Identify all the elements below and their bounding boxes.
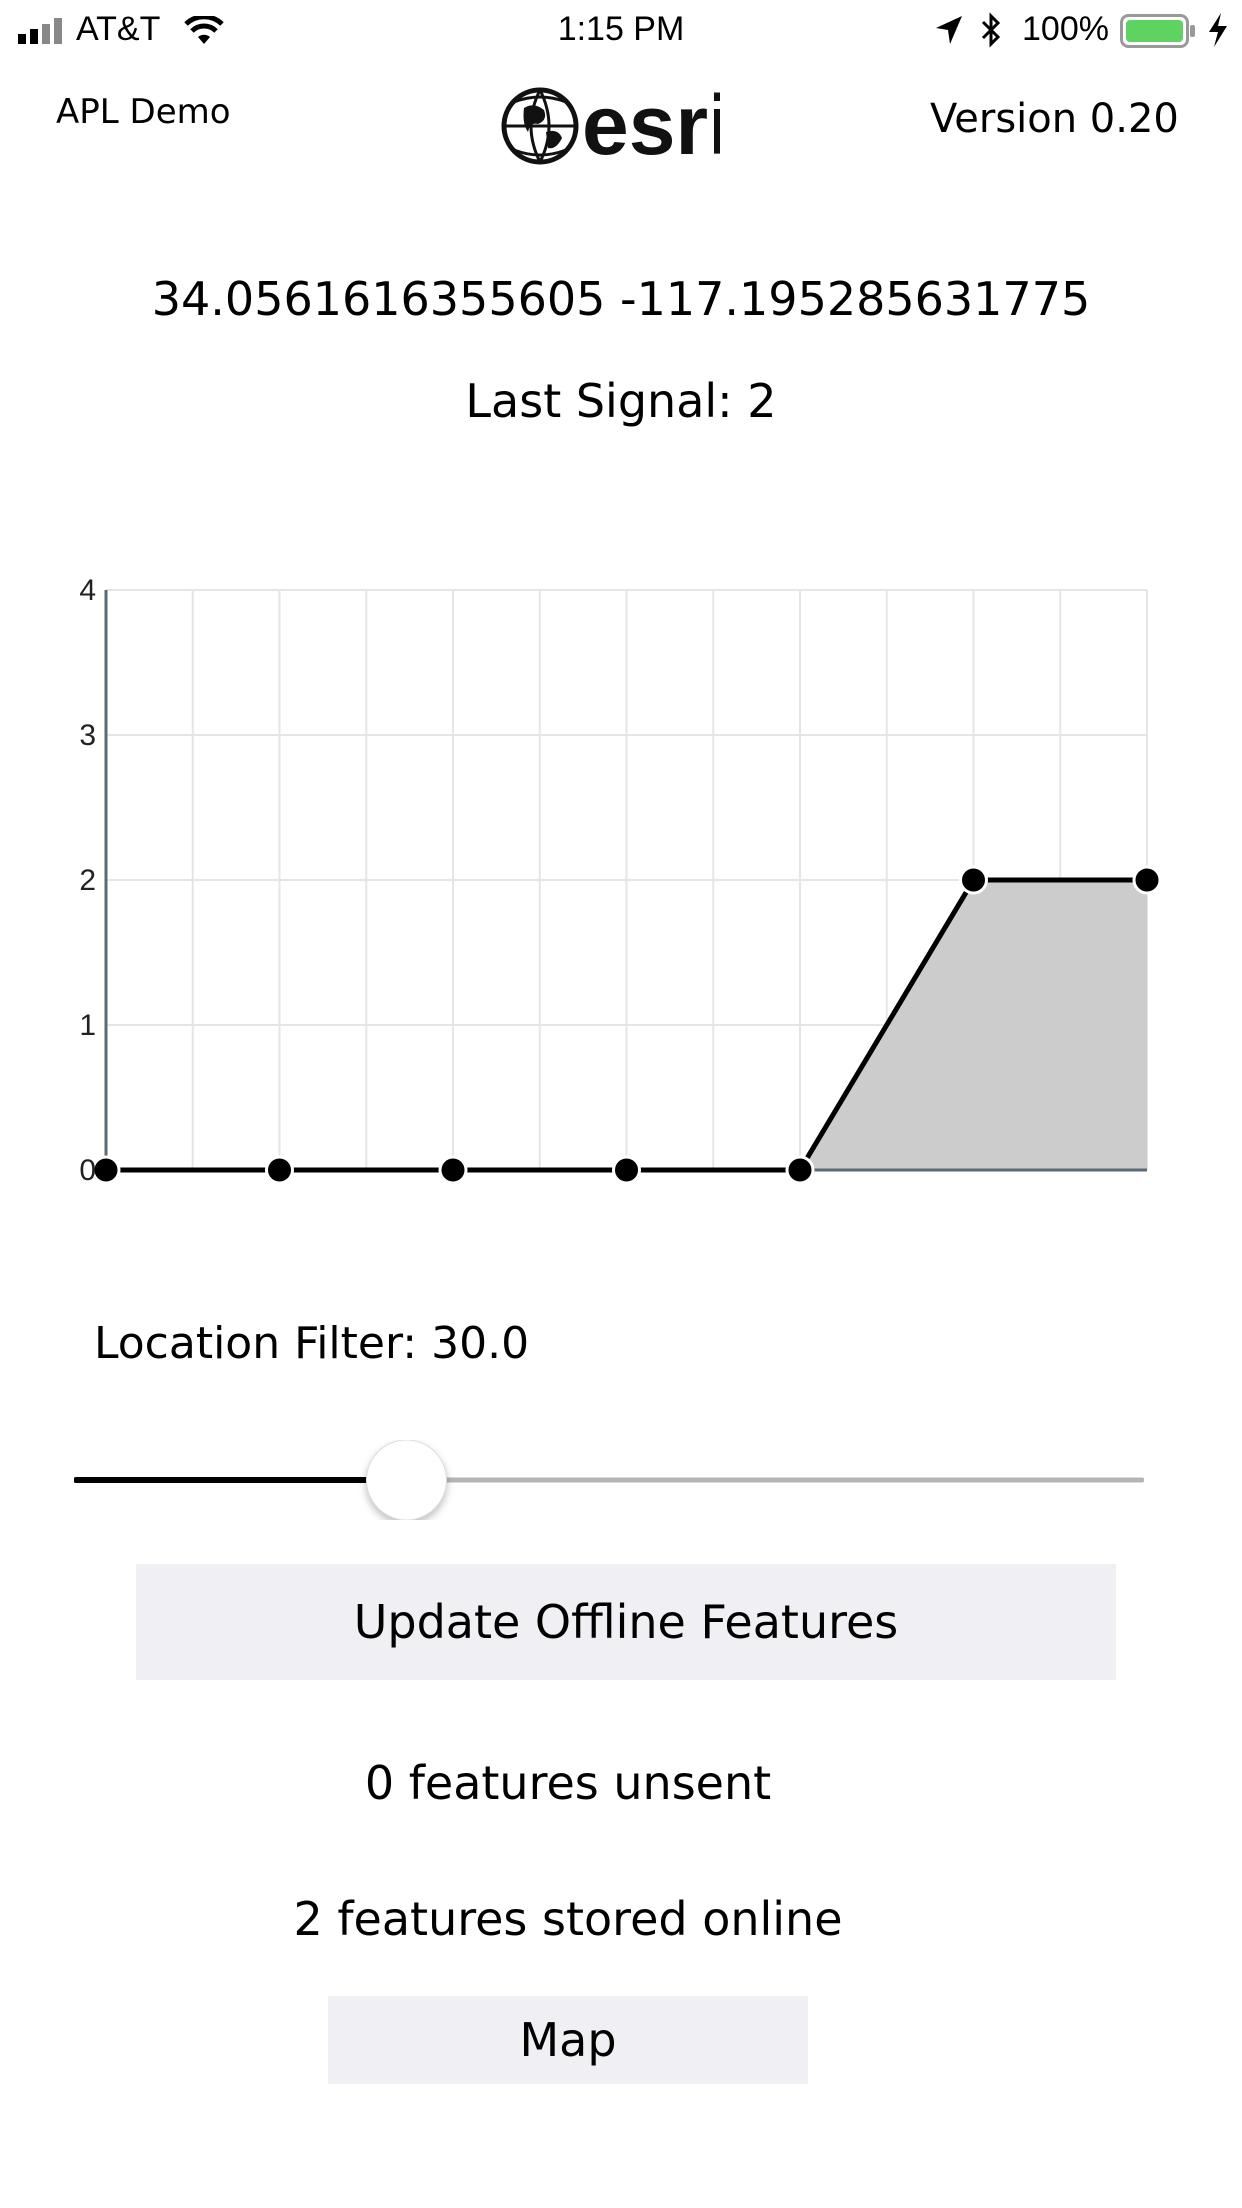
data-point bbox=[959, 865, 988, 895]
version-label: Version 0.20 bbox=[930, 96, 1179, 142]
data-point bbox=[612, 1155, 641, 1185]
bluetooth-icon bbox=[981, 12, 1001, 48]
data-point bbox=[1132, 865, 1162, 895]
battery-percent: 100% bbox=[1022, 10, 1109, 48]
location-filter-label: Location Filter: 30.0 bbox=[94, 1318, 530, 1369]
slider-thumb[interactable] bbox=[365, 1440, 447, 1520]
y-tick-label: 1 bbox=[79, 1009, 96, 1042]
features-unsent-text: 0 features unsent bbox=[364, 1756, 772, 1810]
status-bar: AT&T 1:15 PM 100% bbox=[0, 0, 1242, 60]
data-point bbox=[785, 1155, 815, 1185]
data-point bbox=[265, 1155, 294, 1185]
chart-y-ticks: 0 1 2 3 4 bbox=[79, 574, 96, 1187]
coordinates-text: 34.0561616355605 -117.195285631775 bbox=[151, 272, 1091, 326]
features-online-text: 2 features stored online bbox=[293, 1892, 843, 1946]
signal-chart: 0 1 2 3 4 bbox=[79, 574, 1162, 1187]
esri-globe-logo: esri bbox=[501, 78, 731, 172]
map-button[interactable]: Map bbox=[328, 1996, 808, 2084]
y-tick-label: 3 bbox=[79, 719, 96, 752]
app-name: APL Demo bbox=[56, 92, 231, 132]
update-offline-features-button[interactable]: Update Offline Features bbox=[136, 1564, 1116, 1680]
data-point bbox=[438, 1155, 468, 1185]
logo-text: esri bbox=[582, 78, 720, 172]
battery-icon bbox=[1120, 14, 1195, 48]
y-tick-label: 0 bbox=[79, 1154, 96, 1187]
last-signal-text: Last Signal: 2 bbox=[465, 374, 777, 428]
location-filter-slider[interactable] bbox=[74, 1440, 1144, 1520]
esri-logo: esri bbox=[500, 62, 731, 190]
charging-bolt-icon bbox=[1209, 13, 1227, 47]
location-arrow-icon bbox=[936, 16, 962, 44]
data-point bbox=[91, 1155, 121, 1185]
y-tick-label: 2 bbox=[79, 864, 96, 897]
y-tick-label: 4 bbox=[79, 574, 96, 607]
